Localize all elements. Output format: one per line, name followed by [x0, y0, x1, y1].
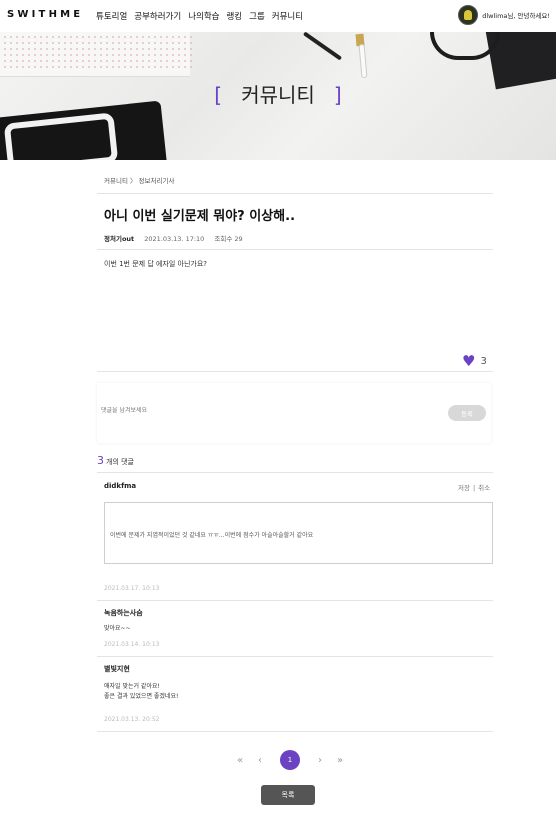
- like-section: ♥ 3: [462, 354, 487, 369]
- user-menu[interactable]: dlwlima님, 안녕하세요!: [458, 5, 550, 25]
- post-meta: 정처기out 2021.03.13. 17:10 조회수 29: [104, 233, 251, 243]
- banner-pen-white: [358, 43, 368, 79]
- comment-count-number: 3: [97, 454, 104, 467]
- comment-text: 좋은 결과 있었으면 좋겠네요!: [104, 693, 179, 700]
- comment-count: 3 개의 댓글: [97, 454, 134, 467]
- bracket-right: ]: [333, 83, 342, 107]
- heart-icon[interactable]: ♥: [462, 354, 475, 369]
- community-banner: [ 커뮤니티 ]: [0, 32, 556, 160]
- divider: [97, 472, 493, 473]
- main-nav: 튜토리얼 공부하러가기 나의학습 랭킹 그룹 커뮤니티: [96, 10, 310, 22]
- banner-title: [ 커뮤니티 ]: [0, 79, 556, 108]
- prev-page-icon[interactable]: ‹: [250, 755, 270, 766]
- comment-date: 2021.03.17. 10:13: [104, 585, 160, 592]
- divider: [97, 249, 493, 250]
- avatar[interactable]: [458, 5, 479, 25]
- divider: [97, 600, 493, 601]
- page-number-current[interactable]: 1: [280, 750, 300, 770]
- comment-text: 애자일 맞는거 같아요!: [104, 683, 160, 690]
- post-title: 아니 이번 실기문제 뭐야? 이상해..: [104, 209, 296, 224]
- user-greeting: dlwlima님, 안녕하세요!: [482, 12, 550, 20]
- comment-author: 별빛지현: [104, 665, 130, 673]
- list-button[interactable]: 목록: [261, 785, 315, 805]
- comment-edit-actions: 저장 | 취소: [458, 482, 490, 492]
- post-views: 조회수 29: [214, 235, 243, 243]
- comment-edit-textarea[interactable]: 이번에 문제가 지엽적이었던 것 같네요 ㅠㅠ...이번에 점수가 아슬아슬할거…: [104, 502, 493, 564]
- comment-edit-text[interactable]: 이번에 문제가 지엽적이었던 것 같네요 ㅠㅠ...이번에 점수가 아슬아슬할거…: [110, 530, 313, 539]
- nav-item-my-learning[interactable]: 나의학습: [188, 10, 219, 22]
- divider: [97, 656, 493, 657]
- nav-item-group[interactable]: 그룹: [249, 10, 265, 22]
- post-date: 2021.03.13. 17:10: [144, 235, 205, 243]
- last-page-icon[interactable]: »: [330, 755, 350, 766]
- save-button[interactable]: 저장: [458, 484, 470, 492]
- post-body: 이번 1번 문제 답 에자일 아닌가요?: [104, 260, 208, 268]
- banner-notebook-image: [0, 32, 192, 77]
- comment-input[interactable]: [101, 407, 431, 414]
- banner-title-text: 커뮤니티: [241, 83, 315, 107]
- divider: [97, 371, 493, 372]
- comment-form: 등록: [97, 383, 491, 443]
- post-author[interactable]: 정처기out: [104, 235, 134, 243]
- comment-date: 2021.03.14. 10:13: [104, 641, 160, 648]
- breadcrumb[interactable]: 커뮤니티 〉 정보처리기사: [104, 175, 174, 185]
- comment-author: didkfma: [104, 482, 137, 490]
- comment-count-label: 개의 댓글: [106, 458, 134, 466]
- divider: [97, 193, 493, 194]
- nav-item-tutorial[interactable]: 튜토리얼: [96, 10, 127, 22]
- avatar-character-icon: [464, 10, 473, 20]
- pagination: « ‹ 1 › »: [230, 750, 350, 770]
- nav-item-ranking[interactable]: 랭킹: [226, 10, 242, 22]
- comment-date: 2021.03.13. 20:52: [104, 716, 160, 723]
- banner-pen-image: [302, 32, 343, 61]
- cancel-button[interactable]: 취소: [478, 484, 490, 492]
- bracket-left: [: [214, 83, 223, 107]
- comment-author: 녹음하는사슴: [104, 609, 143, 617]
- nav-item-community[interactable]: 커뮤니티: [272, 10, 303, 22]
- action-separator: |: [472, 484, 476, 492]
- first-page-icon[interactable]: «: [230, 755, 250, 766]
- next-page-icon[interactable]: ›: [310, 755, 330, 766]
- like-count: 3: [480, 356, 487, 367]
- top-navigation-bar: SWITHME 튜토리얼 공부하러가기 나의학습 랭킹 그룹 커뮤니티 dlwl…: [0, 0, 556, 32]
- divider: [97, 731, 493, 732]
- comment-submit-button[interactable]: 등록: [448, 405, 486, 421]
- site-logo[interactable]: SWITHME: [7, 9, 83, 20]
- nav-item-study[interactable]: 공부하러가기: [134, 10, 181, 22]
- comment-text: 맞아요~~: [104, 625, 131, 632]
